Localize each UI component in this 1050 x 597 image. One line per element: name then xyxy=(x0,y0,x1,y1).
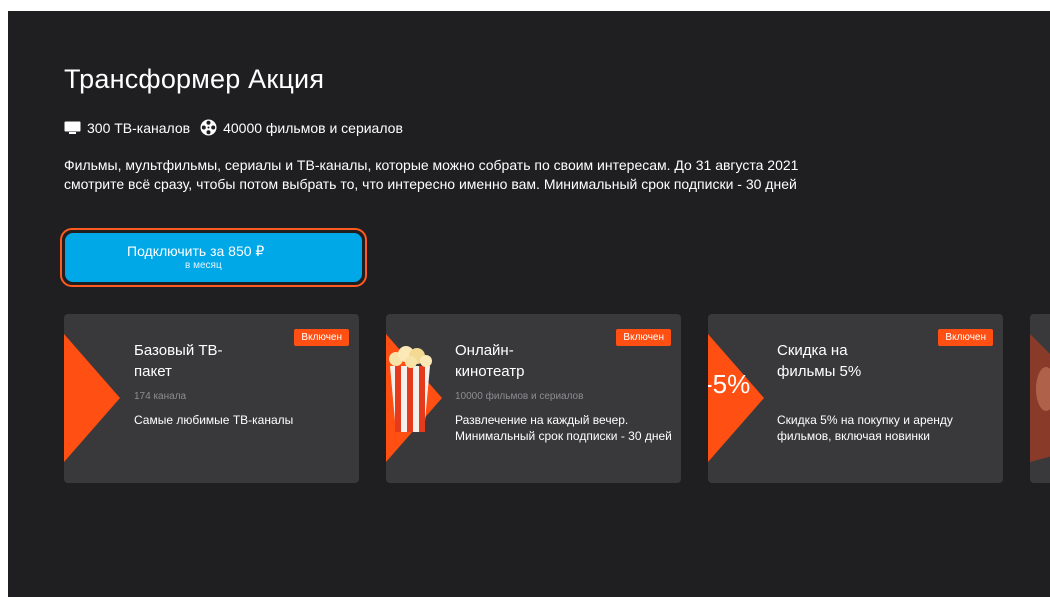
film-reel-icon xyxy=(200,119,217,136)
status-badge: Включен xyxy=(294,329,349,346)
orange-triangle-image xyxy=(64,334,120,462)
discount-percent-label: -5% xyxy=(708,369,751,399)
package-card-online-cinema[interactable]: Включен Онлайн-кинотеатр 10000 фильмов и… xyxy=(386,314,681,483)
subscribe-button-focus-ring[interactable]: Подключить за 850 ₽ в месяц xyxy=(60,228,367,287)
page-title: Трансформер Акция xyxy=(64,64,325,94)
status-badge: Включен xyxy=(616,329,671,346)
tv-icon xyxy=(64,121,81,134)
package-card-basic-tv[interactable]: Включен Базовый ТВ-пакет 174 канала Самы… xyxy=(64,314,359,483)
card-text: Самые любимые ТВ-каналы xyxy=(134,413,294,427)
popcorn-image xyxy=(386,334,442,462)
card-text: Скидка 5% на покупку и аренду фильмов, в… xyxy=(777,413,953,443)
card-title: Скидка на фильмы 5% xyxy=(777,342,862,380)
feature-list: 300 ТВ-каналов 40000 фильмов и сериалов xyxy=(64,119,403,136)
card-title: Базовый ТВ-пакет xyxy=(134,342,223,380)
feature-channels: 300 ТВ-каналов xyxy=(64,120,190,136)
subscribe-button[interactable]: Подключить за 850 ₽ в месяц xyxy=(65,233,362,282)
description: Фильмы, мультфильмы, сериалы и ТВ-каналы… xyxy=(64,157,799,192)
card-image xyxy=(1030,314,1050,483)
feature-channels-text: 300 ТВ-каналов xyxy=(87,119,191,136)
status-badge: Включен xyxy=(938,329,993,346)
card-subtitle: 174 канала xyxy=(134,391,187,402)
tv-screen: Трансформер Акция 300 ТВ-каналов 40000 ф… xyxy=(8,11,1050,597)
package-card-discount[interactable]: -5% Включен Скидка на фильмы 5% Скидка 5… xyxy=(708,314,1003,483)
card-title: Онлайн-кинотеатр xyxy=(455,342,525,380)
package-card-partial[interactable] xyxy=(1030,314,1050,483)
card-text: Развлечение на каждый вечер. Минимальный… xyxy=(455,413,672,443)
card-subtitle: 10000 фильмов и сериалов xyxy=(455,391,584,402)
feature-films: 40000 фильмов и сериалов xyxy=(200,119,403,136)
subscribe-button-label: Подключить за 850 ₽ xyxy=(127,243,265,259)
subscribe-button-sublabel: в месяц xyxy=(185,260,222,271)
feature-films-text: 40000 фильмов и сериалов xyxy=(223,119,403,136)
